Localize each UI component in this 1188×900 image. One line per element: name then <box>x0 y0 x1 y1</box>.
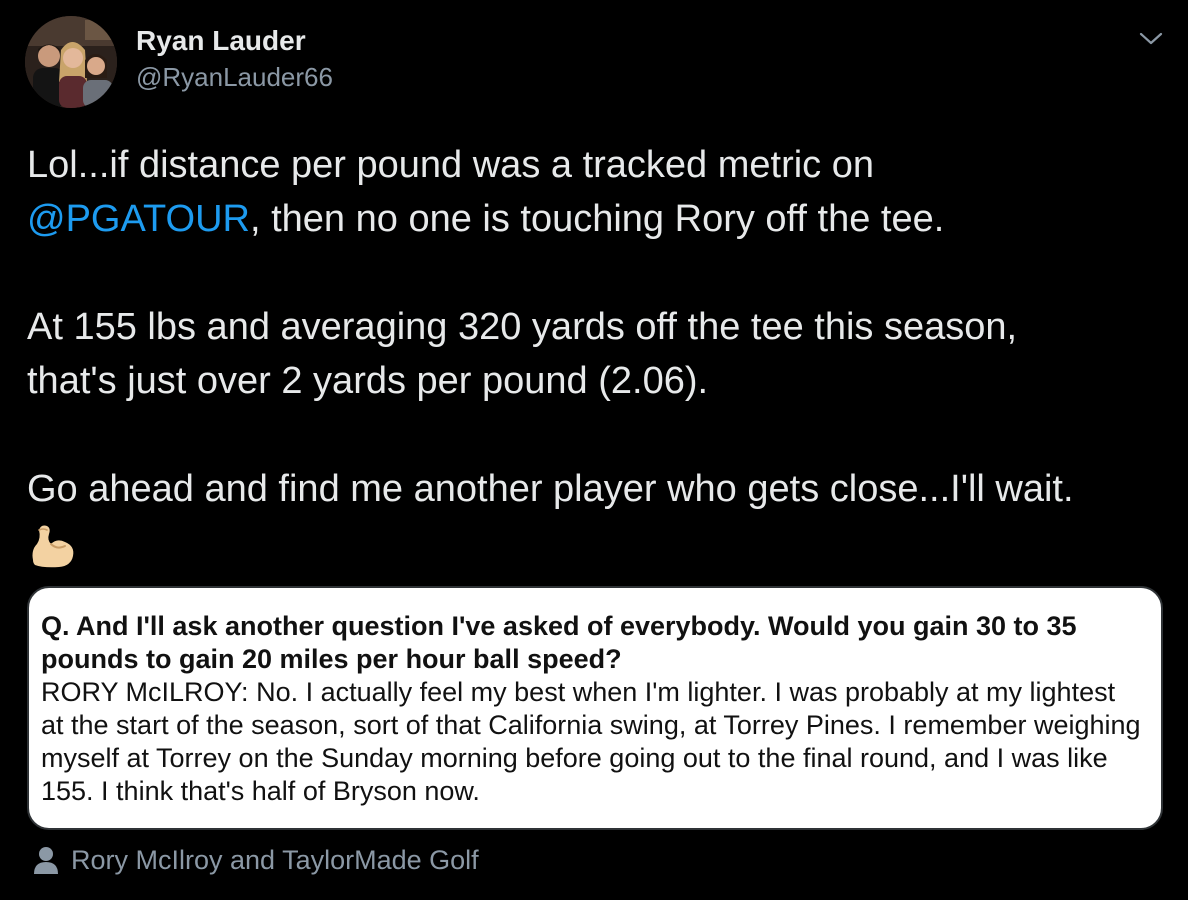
person-icon <box>34 847 58 874</box>
tweet-line-1: Lol...if distance per pound was a tracke… <box>27 144 875 186</box>
display-name[interactable]: Ryan Lauder <box>136 24 333 58</box>
user-handle[interactable]: @RyanLauder66 <box>136 60 333 94</box>
mention-link[interactable]: @PGATOUR <box>27 198 250 240</box>
transcript-text: Q. And I'll ask another question I've as… <box>41 610 1145 808</box>
tweet-text: Lol...if distance per pound was a tracke… <box>27 138 1167 572</box>
flexed-biceps-emoji <box>27 520 79 572</box>
tweet-line-1-continued: , then no one is touching Rory off the t… <box>249 198 945 240</box>
tweet: Ryan Lauder @RyanLauder66 Lol...if dista… <box>0 0 1188 900</box>
transcript-question: Q. And I'll ask another question I've as… <box>41 611 1077 674</box>
tweet-paragraph-2: At 155 lbs and averaging 320 yards off t… <box>27 306 1018 402</box>
transcript-answer: RORY McILROY: No. I actually feel my bes… <box>41 677 1141 806</box>
user-info: Ryan Lauder @RyanLauder66 <box>136 24 333 94</box>
tagged-users[interactable]: Rory McIlroy and TaylorMade Golf <box>33 842 479 878</box>
tweet-paragraph-1: Lol...if distance per pound was a tracke… <box>27 138 1167 246</box>
tagged-users-label: Rory McIlroy and TaylorMade Golf <box>71 845 479 875</box>
tweet-paragraph-3: Go ahead and find me another player who … <box>27 468 1074 510</box>
avatar-photo-icon <box>25 16 117 108</box>
attached-image[interactable]: Q. And I'll ask another question I've as… <box>27 586 1163 830</box>
avatar[interactable] <box>25 16 117 108</box>
chevron-down-icon[interactable] <box>1136 24 1166 54</box>
